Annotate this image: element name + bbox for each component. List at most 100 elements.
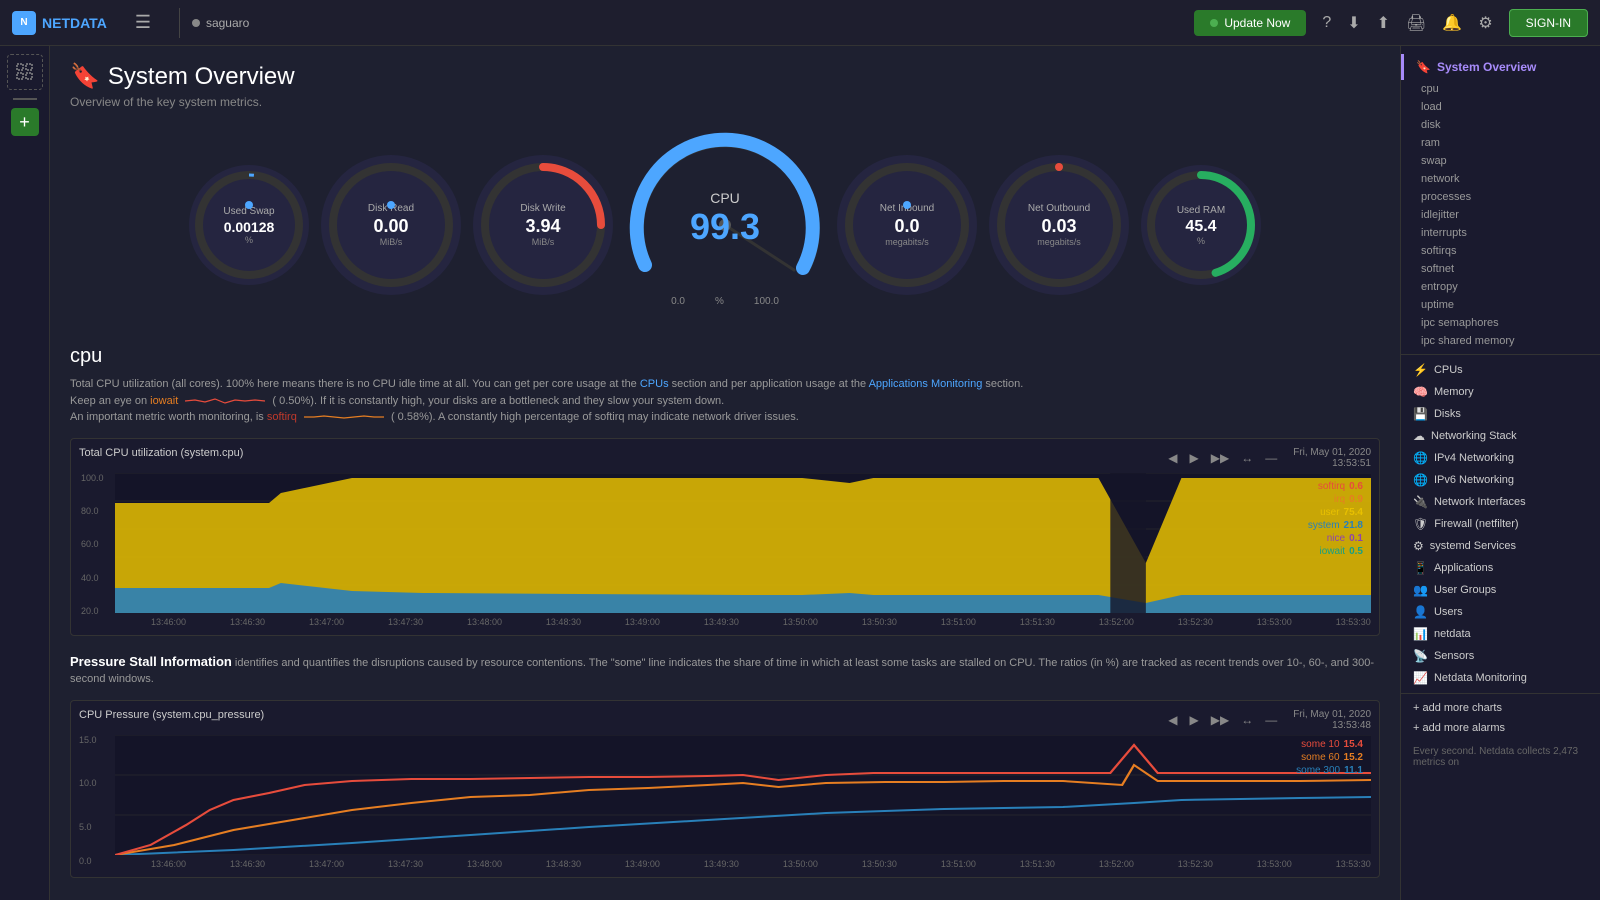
bookmark-icon-sidebar: 🔖 — [1416, 60, 1431, 74]
cpu-max: 100.0 — [754, 296, 779, 307]
hamburger-button[interactable]: ☰ — [127, 8, 159, 37]
sidebar-item-network[interactable]: network — [1401, 170, 1600, 188]
sidebar-item-ipc-semaphores[interactable]: ipc semaphores — [1401, 314, 1600, 332]
sidebar-group-network-interfaces[interactable]: 🔌 Network Interfaces — [1401, 491, 1600, 513]
gauge-svg-netoutbound — [989, 155, 1129, 295]
add-more-charts[interactable]: + add more charts — [1401, 698, 1600, 718]
pressure-section: Pressure Stall Information identifies an… — [70, 652, 1380, 878]
pressure-chart-x-axis: 13:46:00 13:46:30 13:47:00 13:47:30 13:4… — [115, 857, 1371, 869]
page-title: 🔖 System Overview — [70, 62, 1380, 91]
cpu-chart-y-axis: 100.0 80.0 60.0 40.0 20.0 — [81, 473, 117, 625]
sidebar-item-disk[interactable]: disk — [1401, 116, 1600, 134]
cpu-section: cpu Total CPU utilization (all cores). 1… — [70, 345, 1380, 878]
app-name: NETDATA — [42, 15, 107, 31]
sidebar-group-netdata-monitoring[interactable]: 📈 Netdata Monitoring — [1401, 667, 1600, 689]
chart-next-btn[interactable]: ▶▶ — [1207, 449, 1233, 467]
firewall-icon: 🛡 — [1413, 517, 1428, 531]
help-icon[interactable]: ? — [1322, 14, 1331, 32]
sidebar-item-idlejitter[interactable]: idlejitter — [1401, 206, 1600, 224]
signin-button[interactable]: SIGN-IN — [1509, 9, 1588, 37]
right-sidebar: 🔖 System Overview cpu load disk ram swap… — [1400, 46, 1600, 900]
legend-softirq: softirq 0.6 — [1318, 481, 1363, 492]
sidebar-group-user-groups[interactable]: 👥 User Groups — [1401, 579, 1600, 601]
sidebar-item-softnet[interactable]: softnet — [1401, 260, 1600, 278]
pressure-chart-controls[interactable]: ◀ ▶ ▶▶ ↔ — — [1164, 711, 1281, 729]
sidebar-group-applications[interactable]: 📱 Applications — [1401, 557, 1600, 579]
iowait-sparkline — [185, 396, 265, 406]
pressure-next-btn[interactable]: ▶▶ — [1207, 711, 1233, 729]
page-subtitle: Overview of the key system metrics. — [70, 95, 1380, 109]
sidebar-item-ram[interactable]: ram — [1401, 134, 1600, 152]
chart-reset-btn[interactable]: ↔ — [1237, 449, 1257, 467]
cpu-section-desc: Total CPU utilization (all cores). 100% … — [70, 376, 1380, 426]
content-area: 🔖 System Overview Overview of the key sy… — [50, 46, 1400, 900]
sidebar-divider-2 — [1401, 693, 1600, 694]
cpu-unit: % — [715, 296, 724, 307]
chart-controls[interactable]: ◀ ▶ ▶▶ ↔ — — [1164, 449, 1281, 467]
upload-icon[interactable]: ⬆ — [1377, 13, 1390, 33]
ipv6-icon: 🌐 — [1413, 473, 1428, 487]
pressure-play-btn[interactable]: ▶ — [1185, 711, 1202, 729]
sidebar-group-users[interactable]: 👤 Users — [1401, 601, 1600, 623]
sidebar-group-firewall[interactable]: 🛡 Firewall (netfilter) — [1401, 513, 1600, 535]
add-alarms-label: + add more alarms — [1413, 722, 1505, 734]
dashboard-icon-box[interactable] — [7, 54, 43, 90]
download-icon[interactable]: ⬇ — [1347, 13, 1360, 33]
add-more-alarms[interactable]: + add more alarms — [1401, 718, 1600, 738]
update-label: Update Now — [1224, 16, 1290, 30]
pressure-chart-title: CPU Pressure (system.cpu_pressure) — [79, 709, 264, 721]
sidebar-item-uptime[interactable]: uptime — [1401, 296, 1600, 314]
cpu-chart-timestamp: Fri, May 01, 2020 13:53:51 — [1293, 447, 1371, 469]
softirq-highlight: softirq — [267, 411, 297, 423]
sidebar-item-ipc-shared-memory[interactable]: ipc shared memory — [1401, 332, 1600, 350]
sidebar-group-cpus[interactable]: ⚡ CPUs — [1401, 359, 1600, 381]
sidebar-group-networking-stack[interactable]: ☁ Networking Stack — [1401, 425, 1600, 447]
sidebar-item-load[interactable]: load — [1401, 98, 1600, 116]
sidebar-item-processes[interactable]: processes — [1401, 188, 1600, 206]
sidebar-item-cpu[interactable]: cpu — [1401, 80, 1600, 98]
ipv4-icon: 🌐 — [1413, 451, 1428, 465]
cpus-link[interactable]: CPUs — [640, 378, 669, 390]
cpu-chart-legend: softirq 0.6 irq 0.9 user 75.4 — [1308, 481, 1363, 557]
chart-play-btn[interactable]: ▶ — [1185, 449, 1202, 467]
notifications-icon[interactable]: 🔔 — [1442, 13, 1462, 33]
pressure-menu-btn[interactable]: — — [1261, 711, 1281, 729]
sidebar-item-swap[interactable]: swap — [1401, 152, 1600, 170]
sidebar-group-systemd[interactable]: ⚙ systemd Services — [1401, 535, 1600, 557]
sidebar-item-interrupts[interactable]: interrupts — [1401, 224, 1600, 242]
sidebar-group-sensors[interactable]: 📡 Sensors — [1401, 645, 1600, 667]
settings-icon[interactable]: ⚙ — [1478, 13, 1492, 33]
netdata-icon: 📊 — [1413, 627, 1428, 641]
pressure-desc: Pressure Stall Information identifies an… — [70, 652, 1380, 688]
sidebar-group-ipv6[interactable]: 🌐 IPv6 Networking — [1401, 469, 1600, 491]
pressure-chart-header: CPU Pressure (system.cpu_pressure) ◀ ▶ ▶… — [79, 709, 1371, 731]
sidebar-group-disks[interactable]: 💾 Disks — [1401, 403, 1600, 425]
sidebar-group-ipv4[interactable]: 🌐 IPv4 Networking — [1401, 447, 1600, 469]
sidebar-group-netdata[interactable]: 📊 netdata — [1401, 623, 1600, 645]
cpu-chart-plot: percentage — [115, 473, 1371, 627]
bookmark-icon: 🔖 — [70, 62, 100, 91]
apps-monitoring-link[interactable]: Applications Monitoring — [869, 378, 983, 390]
disks-icon: 💾 — [1413, 407, 1428, 421]
gauge-net-outbound: Net Outbound 0.03 megabits/s — [989, 155, 1129, 295]
legend-nice: nice 0.1 — [1327, 533, 1363, 544]
cpu-chart-x-axis: 13:46:00 13:46:30 13:47:00 13:47:30 13:4… — [115, 615, 1371, 627]
add-dashboard-button[interactable]: + — [11, 108, 39, 136]
chart-menu-btn[interactable]: — — [1261, 449, 1281, 467]
sidebar-group-memory[interactable]: 🧠 Memory — [1401, 381, 1600, 403]
sidebar-item-entropy[interactable]: entropy — [1401, 278, 1600, 296]
sensors-icon: 📡 — [1413, 649, 1428, 663]
update-button[interactable]: Update Now — [1194, 10, 1306, 36]
legend-irq: irq 0.9 — [1334, 494, 1363, 505]
chart-prev-btn[interactable]: ◀ — [1164, 449, 1181, 467]
sidebar-active-section: 🔖 System Overview — [1401, 54, 1600, 80]
pressure-reset-btn[interactable]: ↔ — [1237, 711, 1257, 729]
sidebar-item-softirqs[interactable]: softirqs — [1401, 242, 1600, 260]
print-icon[interactable]: 🖨 — [1406, 13, 1426, 33]
gauge-svg-swap — [189, 165, 309, 285]
nav-divider — [179, 8, 180, 38]
pressure-prev-btn[interactable]: ◀ — [1164, 711, 1181, 729]
cpu-section-title: cpu — [70, 345, 1380, 368]
cpu-chart-body: 100.0 80.0 60.0 40.0 20.0 percentage — [79, 473, 1371, 627]
sidebar-footer: Every second. Netdata collects 2,473 met… — [1401, 738, 1600, 776]
